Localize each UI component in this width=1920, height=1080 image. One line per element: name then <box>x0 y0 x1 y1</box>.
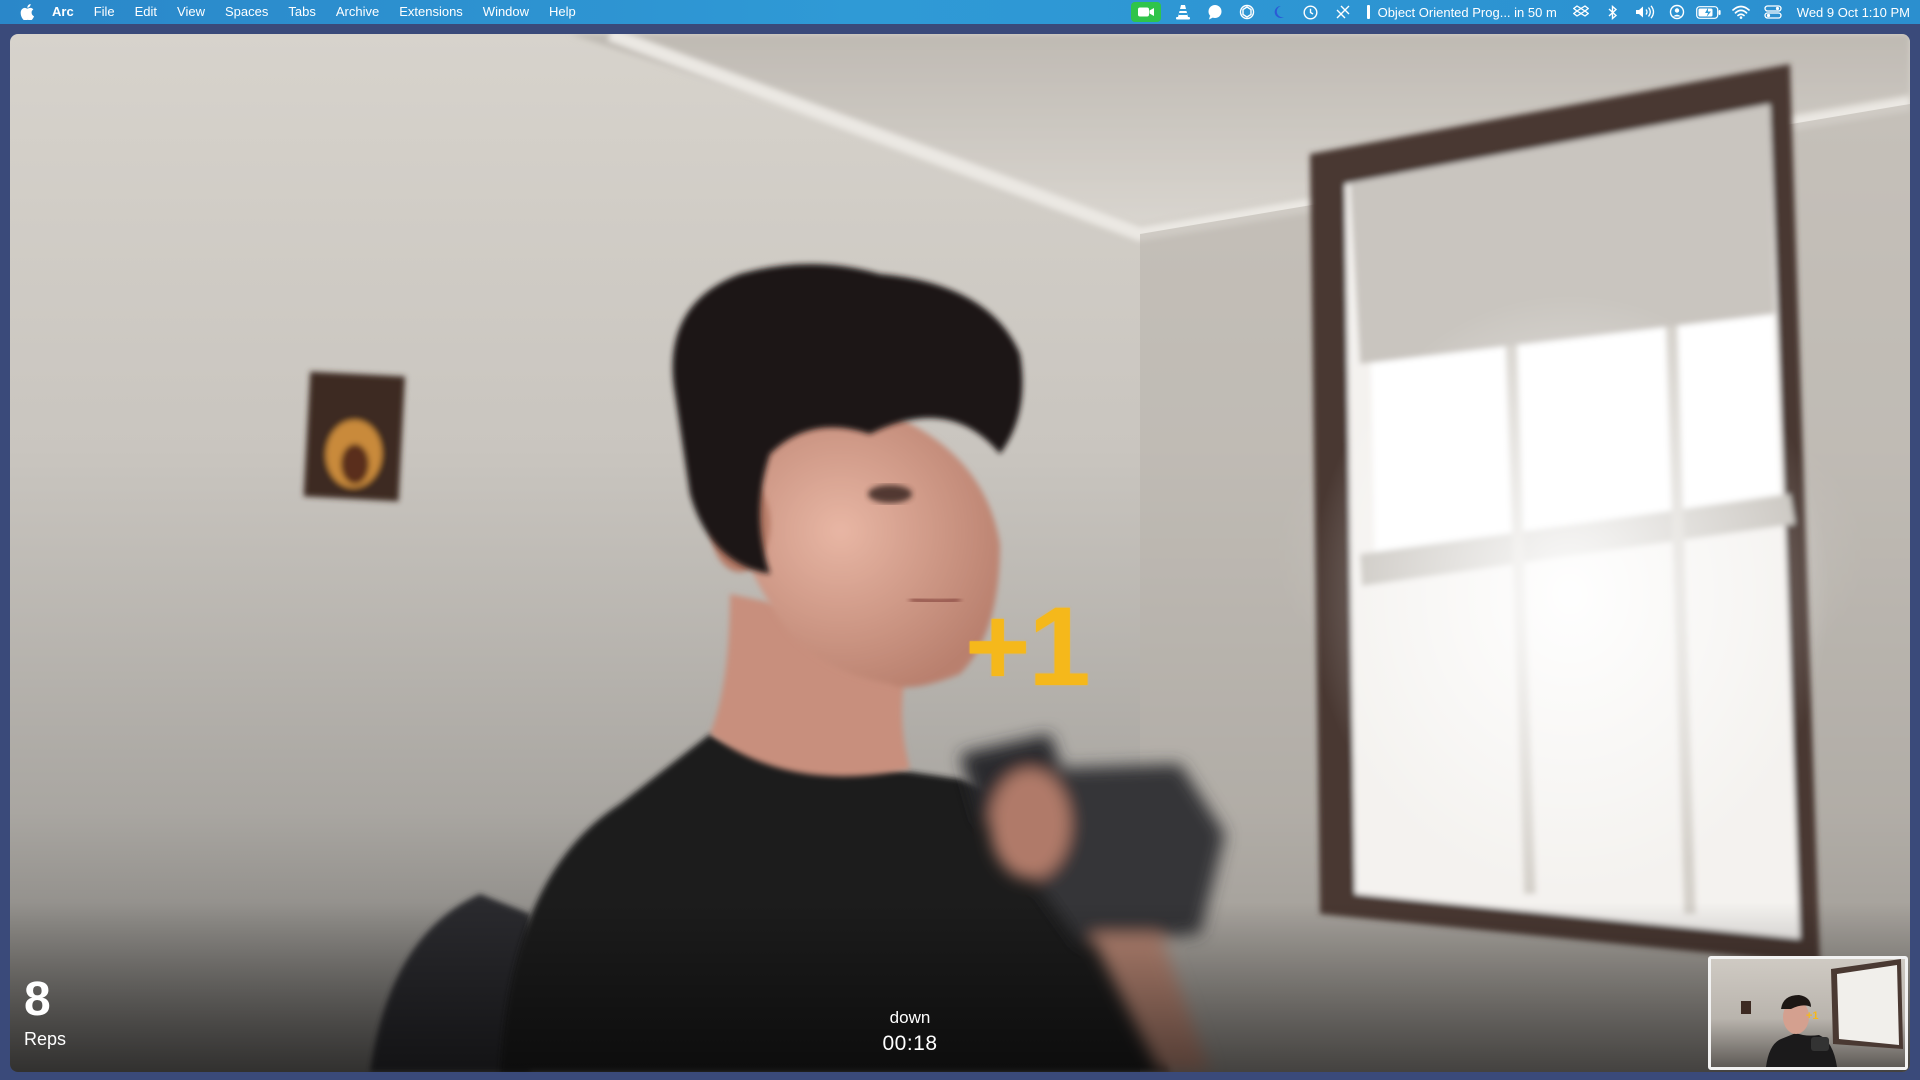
volume-icon[interactable] <box>1629 0 1661 24</box>
menu-window[interactable]: Window <box>473 0 539 24</box>
chat-bubble-icon[interactable] <box>1199 0 1231 24</box>
calendar-upcoming-event[interactable]: Object Oriented Prog... in 50 m <box>1359 5 1565 20</box>
menu-bar: Arc File Edit View Spaces Tabs Archive E… <box>0 0 1920 24</box>
svg-text:+1: +1 <box>1806 1010 1819 1022</box>
camera-feed-window: +1 8 Reps down 00:18 +1 <box>10 34 1910 1072</box>
event-color-bar <box>1366 5 1370 19</box>
control-center-icon[interactable] <box>1757 0 1789 24</box>
movement-phase-label: down <box>889 1008 931 1027</box>
raycast-icon[interactable] <box>1327 0 1359 24</box>
bluetooth-icon[interactable] <box>1597 0 1629 24</box>
apple-menu-icon[interactable] <box>12 4 42 20</box>
user-icon[interactable] <box>1661 0 1693 24</box>
night-shift-icon[interactable] <box>1263 0 1295 24</box>
menu-app-name[interactable]: Arc <box>42 0 84 24</box>
dropbox-icon[interactable] <box>1565 0 1597 24</box>
menu-file[interactable]: File <box>84 0 125 24</box>
movement-phase-panel: down 00:18 <box>10 1008 1810 1056</box>
menu-archive[interactable]: Archive <box>326 0 389 24</box>
picture-in-picture-preview[interactable]: +1 <box>1708 956 1908 1070</box>
menu-spaces[interactable]: Spaces <box>215 0 278 24</box>
menubar-clock[interactable]: Wed 9 Oct 1:10 PM <box>1789 5 1910 20</box>
wifi-icon[interactable] <box>1725 0 1757 24</box>
menu-extensions[interactable]: Extensions <box>389 0 473 24</box>
vlc-cone-icon[interactable] <box>1167 0 1199 24</box>
battery-icon[interactable] <box>1693 0 1725 24</box>
chatgpt-icon[interactable] <box>1231 0 1263 24</box>
rep-increment-popup: +1 <box>965 584 1091 709</box>
menu-tabs[interactable]: Tabs <box>278 0 325 24</box>
workout-timer: 00:18 <box>882 1032 938 1055</box>
menu-help[interactable]: Help <box>539 0 586 24</box>
menu-view[interactable]: View <box>167 0 215 24</box>
upcoming-event-label: Object Oriented Prog... in 50 m <box>1377 4 1557 20</box>
pip-camera-thumbnail: +1 <box>1741 959 1903 1067</box>
facetime-camera-icon[interactable] <box>1130 2 1161 22</box>
clock-icon[interactable] <box>1295 0 1327 24</box>
menu-edit[interactable]: Edit <box>125 0 167 24</box>
